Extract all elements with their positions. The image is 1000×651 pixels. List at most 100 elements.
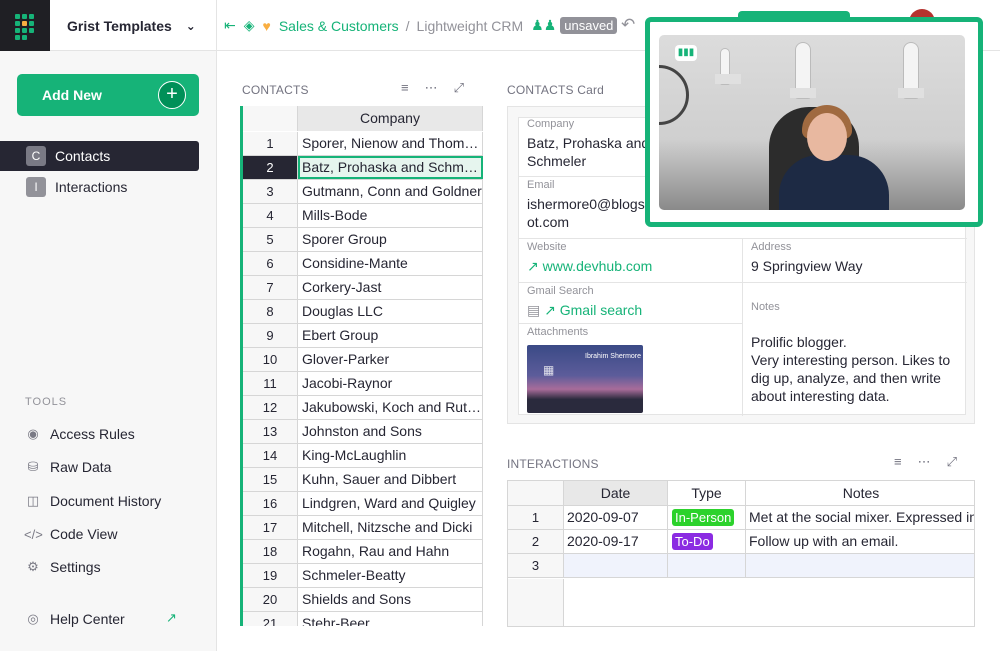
notes-cell[interactable]: Met at the social mixer. Expressed inter… (746, 506, 974, 529)
tool-settings[interactable]: ⚙ Settings (24, 555, 100, 579)
column-header-company[interactable]: Company (298, 106, 483, 131)
row-number[interactable]: 11 (243, 372, 298, 395)
table-row[interactable]: 1 Sporer, Nienow and Thompson (243, 132, 483, 156)
breadcrumb-document[interactable]: Lightweight CRM (417, 18, 524, 34)
type-cell[interactable] (668, 554, 746, 577)
company-cell[interactable]: Lindgren, Ward and Quigley (298, 492, 483, 515)
table-row[interactable]: 10 Glover-Parker (243, 348, 483, 372)
page-item-interactions[interactable]: I Interactions (0, 172, 199, 202)
grid-corner[interactable] (243, 106, 298, 131)
row-number[interactable]: 3 (508, 554, 564, 577)
type-cell[interactable]: In-Person (668, 506, 746, 529)
website-link[interactable]: ↗ www.devhub.com (527, 257, 652, 275)
company-cell[interactable]: Stehr-Beer (298, 612, 483, 626)
column-header-type[interactable]: Type (668, 481, 746, 506)
row-number[interactable]: 2 (243, 156, 298, 179)
company-cell[interactable]: Jacobi-Raynor (298, 372, 483, 395)
contacts-grid[interactable]: Company 1 Sporer, Nienow and Thompson 2 Bat… (240, 106, 483, 626)
breadcrumb-workspace[interactable]: Sales & Customers (279, 18, 399, 34)
undo-icon[interactable]: ↶ (621, 15, 635, 35)
table-row[interactable]: 17 Mitchell, Nitzsche and Dicki (243, 516, 483, 540)
row-number[interactable]: 9 (243, 324, 298, 347)
field-address[interactable]: Address 9 Springview Way (751, 241, 863, 275)
add-new-button[interactable]: Add New + (17, 74, 199, 116)
gmail-link[interactable]: ▤ ↗ Gmail search (527, 301, 642, 319)
sort-filter-icon[interactable]: ≡ (894, 454, 902, 470)
video-overlay[interactable]: ▮▮▮ (645, 17, 983, 227)
row-number[interactable]: 1 (243, 132, 298, 155)
row-number[interactable]: 2 (508, 530, 564, 553)
table-row[interactable]: 2 Batz, Prohaska and Schmeler (243, 156, 483, 180)
row-number[interactable]: 3 (243, 180, 298, 203)
grid-corner[interactable] (508, 481, 564, 506)
row-number[interactable]: 4 (243, 204, 298, 227)
expand-icon[interactable]: ⤢ (454, 80, 464, 96)
table-row[interactable]: 14 King-McLaughlin (243, 444, 483, 468)
row-number[interactable]: 16 (243, 492, 298, 515)
table-row[interactable]: 9 Ebert Group (243, 324, 483, 348)
notes-cell[interactable] (746, 554, 974, 577)
expand-icon[interactable]: ⤢ (947, 454, 957, 470)
collapse-panel-icon[interactable]: ⇤ (224, 17, 236, 34)
row-number[interactable]: 1 (508, 506, 564, 529)
table-row[interactable]: 12Jakubowski, Koch and Rutherford (243, 396, 483, 420)
table-row[interactable]: 4 Mills-Bode (243, 204, 483, 228)
row-number[interactable]: 7 (243, 276, 298, 299)
company-cell[interactable]: Sporer Group (298, 228, 483, 251)
page-item-contacts[interactable]: C Contacts (0, 141, 199, 171)
company-cell[interactable]: Mills-Bode (298, 204, 483, 227)
field-website[interactable]: Website ↗ www.devhub.com (527, 241, 652, 275)
row-number[interactable]: 20 (243, 588, 298, 611)
tool-document-history[interactable]: ◫ Document History (24, 489, 161, 513)
row-number[interactable]: 10 (243, 348, 298, 371)
table-row[interactable]: 13 Johnston and Sons (243, 420, 483, 444)
table-row[interactable]: 1 2020-09-07 In-Person Met at the social mi… (508, 506, 974, 530)
company-cell[interactable]: Mitchell, Nitzsche and Dicki (298, 516, 483, 539)
field-email[interactable]: Email ishermore0@blogspot.com (527, 179, 655, 231)
company-cell[interactable]: Shields and Sons (298, 588, 483, 611)
company-cell[interactable]: Considine-Mante (298, 252, 483, 275)
field-gmail-search[interactable]: Gmail Search ▤ ↗ Gmail search (527, 285, 642, 319)
row-number[interactable]: 19 (243, 564, 298, 587)
grist-logo[interactable] (0, 0, 50, 51)
company-cell[interactable]: Sporer, Nienow and Thompson (298, 132, 483, 155)
interactions-section-title[interactable]: INTERACTIONS (507, 457, 599, 471)
company-cell[interactable]: Douglas LLC (298, 300, 483, 323)
date-cell[interactable]: 2020-09-07 (564, 506, 668, 529)
external-link-icon[interactable]: ↗ (166, 610, 177, 626)
company-cell[interactable]: Glover-Parker (298, 348, 483, 371)
field-notes[interactable]: Notes Prolific blogger. Very interesting… (751, 285, 961, 421)
table-row[interactable]: 21 Stehr-Beer (243, 612, 483, 626)
table-row[interactable]: 18 Rogahn, Rau and Hahn (243, 540, 483, 564)
more-options-icon[interactable]: ⋯ (918, 454, 931, 470)
attachment-thumbnail[interactable]: Ibrahim Shermore ▦ (527, 345, 643, 413)
column-header-notes[interactable]: Notes (746, 481, 974, 506)
table-row[interactable]: 3 (508, 554, 974, 578)
table-row[interactable]: 19 Schmeler-Beatty (243, 564, 483, 588)
table-row[interactable]: 5 Sporer Group (243, 228, 483, 252)
row-number[interactable]: 5 (243, 228, 298, 251)
interactions-grid[interactable]: Date Type Notes 1 2020-09-07 In-Person Met … (507, 480, 975, 627)
tool-code-view[interactable]: </> Code View (24, 522, 117, 546)
org-switcher[interactable]: Grist Templates ⌄ (50, 0, 217, 51)
row-number[interactable]: 13 (243, 420, 298, 443)
table-row[interactable]: 6 Considine-Mante (243, 252, 483, 276)
company-cell[interactable]: Corkery-Jast (298, 276, 483, 299)
field-company[interactable]: Company Batz, Prohaska and Schmeler (527, 118, 651, 170)
help-center-link[interactable]: ◎ Help Center (24, 607, 124, 631)
company-cell[interactable]: Gutmann, Conn and Goldner (298, 180, 483, 203)
users-icon[interactable]: ♟♟ (531, 17, 556, 34)
company-cell[interactable]: Rogahn, Rau and Hahn (298, 540, 483, 563)
row-number[interactable]: 17 (243, 516, 298, 539)
date-cell[interactable] (564, 554, 668, 577)
more-options-icon[interactable]: ⋯ (425, 80, 438, 96)
company-cell[interactable]: Ebert Group (298, 324, 483, 347)
column-header-date[interactable]: Date (564, 481, 668, 506)
company-cell[interactable]: King-McLaughlin (298, 444, 483, 467)
company-cell[interactable]: Jakubowski, Koch and Rutherford (298, 396, 483, 419)
table-row[interactable]: 7 Corkery-Jast (243, 276, 483, 300)
tool-raw-data[interactable]: ⛁ Raw Data (24, 455, 112, 479)
field-attachments[interactable]: Attachments (527, 326, 588, 342)
contacts-section-title[interactable]: CONTACTS (242, 83, 309, 97)
company-cell[interactable]: Schmeler-Beatty (298, 564, 483, 587)
